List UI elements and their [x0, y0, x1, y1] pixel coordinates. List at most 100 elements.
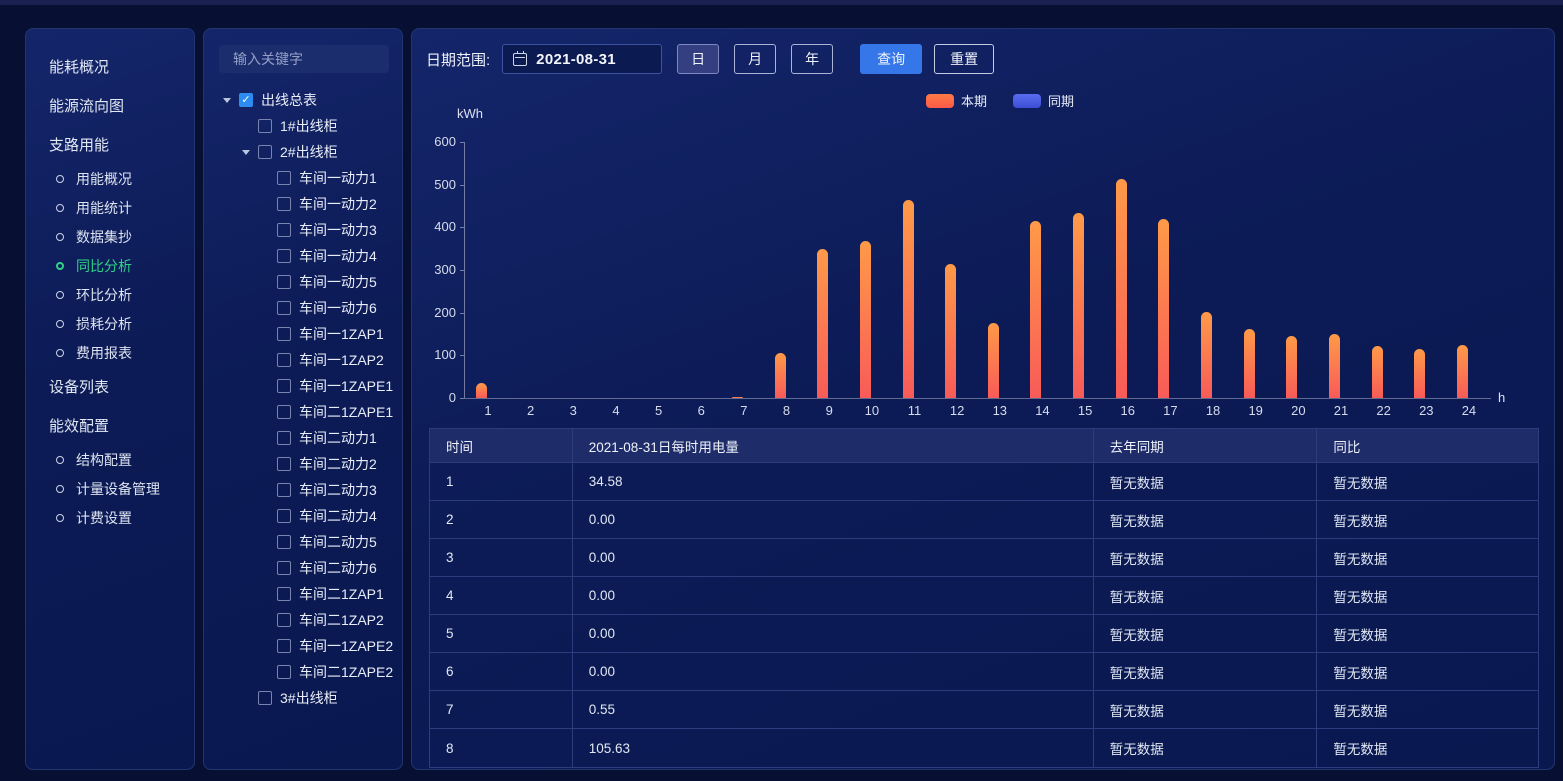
tree-row[interactable]: 车间一动力6 [204, 295, 402, 321]
checkbox[interactable] [277, 301, 291, 315]
bar-current-period[interactable] [476, 383, 487, 398]
tree-row[interactable]: 车间一动力5 [204, 269, 402, 295]
tree-node-label[interactable]: 车间一1ZAP1 [299, 324, 384, 344]
tree-row[interactable]: 车间二1ZAP2 [204, 607, 402, 633]
bar-current-period[interactable] [1201, 312, 1213, 398]
checkbox[interactable] [277, 639, 291, 653]
tree-row[interactable]: 车间二1ZAPE2 [204, 659, 402, 685]
tree-row[interactable]: 车间二1ZAPE1 [204, 399, 402, 425]
bar-current-period[interactable] [1371, 346, 1383, 398]
tree-row[interactable]: 车间一1ZAPE1 [204, 373, 402, 399]
bar-current-period[interactable] [945, 264, 957, 398]
tree-node-label[interactable]: 车间二1ZAPE1 [299, 402, 393, 422]
tree-row[interactable]: 车间一1ZAP2 [204, 347, 402, 373]
bar-current-period[interactable] [1158, 219, 1170, 398]
tree-node-label[interactable]: 车间二动力5 [299, 532, 377, 552]
tree-row[interactable]: 车间二1ZAP1 [204, 581, 402, 607]
tree-node-label[interactable]: 车间二动力1 [299, 428, 377, 448]
sidebar-item[interactable]: 设备列表 [26, 367, 194, 406]
tree-node-label[interactable]: 车间一1ZAPE2 [299, 636, 393, 656]
tree-node-label[interactable]: 车间二动力3 [299, 480, 377, 500]
tree-row[interactable]: ✓ 出线总表 [204, 87, 402, 113]
checkbox[interactable] [277, 561, 291, 575]
tree-node-label[interactable]: 车间一1ZAP2 [299, 350, 384, 370]
checkbox[interactable] [277, 197, 291, 211]
bar-current-period[interactable] [1329, 334, 1340, 398]
tree-node-label[interactable]: 车间一动力5 [299, 272, 377, 292]
bar-chart[interactable]: kWh h 0 100 200 300 400 500 600 1 2 3 4 5 6 7 8 9 10 11 12… [412, 29, 1556, 449]
tree-node-label[interactable]: 车间二1ZAP2 [299, 610, 384, 630]
sidebar-item[interactable]: 数据集抄 [26, 222, 194, 251]
tree-node-label[interactable]: 车间一动力3 [299, 220, 377, 240]
checkbox[interactable] [277, 457, 291, 471]
bar-current-period[interactable] [1456, 345, 1468, 398]
sidebar-item[interactable]: 用能概况 [26, 164, 194, 193]
checkbox[interactable] [258, 119, 272, 133]
bar-current-period[interactable] [1073, 213, 1085, 398]
tree-node-label[interactable]: 3#出线柜 [280, 688, 338, 708]
tree-node-label[interactable]: 车间一动力1 [299, 168, 377, 188]
tree-row[interactable]: 3#出线柜 [204, 685, 402, 711]
bar-current-period[interactable] [817, 249, 829, 398]
tree-row[interactable]: 车间一动力3 [204, 217, 402, 243]
tree-node-label[interactable]: 车间二动力2 [299, 454, 377, 474]
bar-current-period[interactable] [1414, 349, 1426, 398]
tree-row[interactable]: 车间二动力5 [204, 529, 402, 555]
sidebar-item[interactable]: 支路用能 [26, 125, 194, 164]
tree-node-label[interactable]: 车间一动力2 [299, 194, 377, 214]
tree-node-label[interactable]: 车间二1ZAPE2 [299, 662, 393, 682]
sidebar-item[interactable]: 能耗概况 [26, 47, 194, 86]
bar-current-period[interactable] [731, 397, 743, 398]
search-input[interactable]: 输入关键字 [219, 45, 389, 73]
bar-current-period[interactable] [1286, 336, 1298, 398]
checkbox[interactable] [277, 535, 291, 549]
sidebar-item[interactable]: 环比分析 [26, 280, 194, 309]
checkbox[interactable] [277, 327, 291, 341]
checkbox[interactable] [258, 691, 272, 705]
checkbox[interactable] [277, 353, 291, 367]
caret-down-icon[interactable] [223, 97, 231, 103]
tree-node-label[interactable]: 车间二1ZAP1 [299, 584, 384, 604]
tree-node-label[interactable]: 车间二动力4 [299, 506, 377, 526]
tree-row[interactable]: 车间一1ZAPE2 [204, 633, 402, 659]
checkbox[interactable]: ✓ [239, 93, 253, 107]
caret-down-icon[interactable] [242, 149, 250, 155]
sidebar-item[interactable]: 能源流向图 [26, 86, 194, 125]
tree-row[interactable]: 车间一动力2 [204, 191, 402, 217]
bar-current-period[interactable] [1030, 221, 1042, 398]
bar-current-period[interactable] [774, 353, 786, 398]
tree-row[interactable]: 车间二动力2 [204, 451, 402, 477]
sidebar-item[interactable]: 计量设备管理 [26, 474, 194, 503]
tree-row[interactable]: 车间二动力6 [204, 555, 402, 581]
bar-current-period[interactable] [859, 241, 871, 398]
sidebar-item[interactable]: 能效配置 [26, 406, 194, 445]
tree-node-label[interactable]: 车间一动力6 [299, 298, 377, 318]
sidebar-item[interactable]: 同比分析 [26, 251, 194, 280]
sidebar-item[interactable]: 费用报表 [26, 338, 194, 367]
checkbox[interactable] [258, 145, 272, 159]
tree-node-label[interactable]: 车间二动力6 [299, 558, 377, 578]
checkbox[interactable] [277, 483, 291, 497]
sidebar-item[interactable]: 结构配置 [26, 445, 194, 474]
bar-current-period[interactable] [1115, 179, 1127, 398]
tree-row[interactable]: 车间二动力3 [204, 477, 402, 503]
tree-node-label[interactable]: 出线总表 [261, 90, 317, 110]
tree-row[interactable]: 车间一动力1 [204, 165, 402, 191]
bar-current-period[interactable] [1243, 329, 1255, 398]
checkbox[interactable] [277, 509, 291, 523]
checkbox[interactable] [277, 249, 291, 263]
checkbox[interactable] [277, 223, 291, 237]
bar-current-period[interactable] [987, 323, 999, 398]
checkbox[interactable] [277, 431, 291, 445]
checkbox[interactable] [277, 171, 291, 185]
checkbox[interactable] [277, 405, 291, 419]
checkbox[interactable] [277, 665, 291, 679]
tree-row[interactable]: 车间一动力4 [204, 243, 402, 269]
tree-node-label[interactable]: 车间一1ZAPE1 [299, 376, 393, 396]
tree-row[interactable]: 1#出线柜 [204, 113, 402, 139]
tree-node-label[interactable]: 车间一动力4 [299, 246, 377, 266]
tree-row[interactable]: 车间二动力1 [204, 425, 402, 451]
bar-current-period[interactable] [902, 200, 914, 398]
sidebar-item[interactable]: 计费设置 [26, 503, 194, 532]
tree-node-label[interactable]: 2#出线柜 [280, 142, 338, 162]
